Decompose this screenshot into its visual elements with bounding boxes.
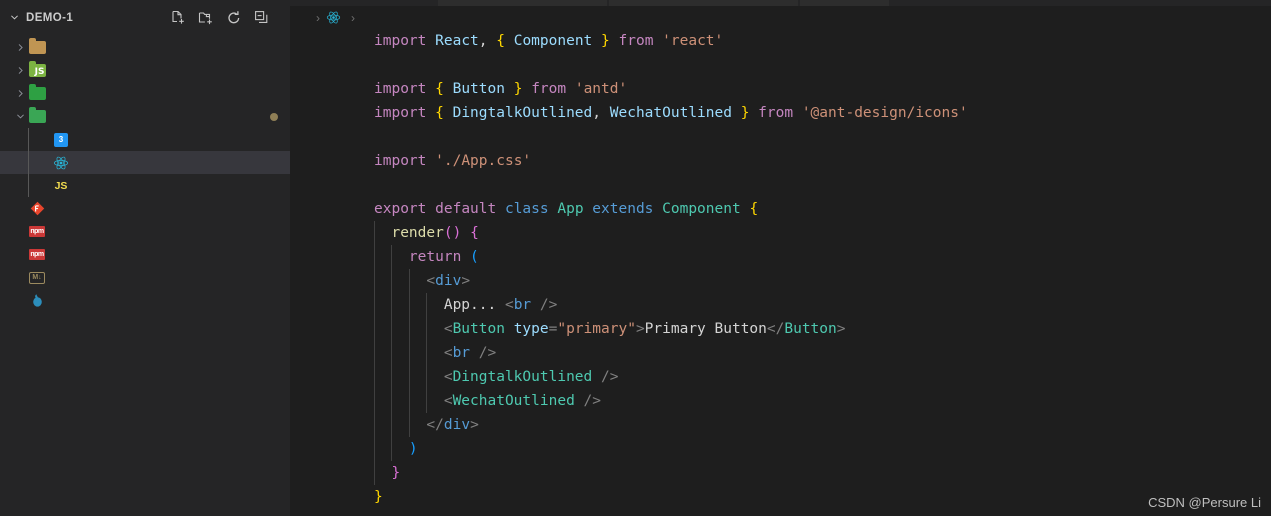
code-line-text: <br /> [443, 345, 497, 361]
editor-pane: › › import React, { Component } from 'rea… [290, 0, 1271, 516]
code-line[interactable]: import { Button } from 'antd' [290, 77, 1271, 101]
editor-tab[interactable] [609, 0, 799, 6]
tree-item-readme-md[interactable]: M↓ [0, 266, 290, 289]
tree-item-node-modules[interactable]: JS [0, 59, 290, 82]
tree-indent-guide [28, 128, 29, 151]
code-line[interactable]: import './App.css' [290, 149, 1271, 173]
unsaved-changes-dot [270, 112, 278, 121]
file-tree: JS 3 JS npm npm M↓ [0, 35, 290, 312]
code-line-text: <DingtalkOutlined /> [443, 369, 619, 385]
code-line-text: return ( [408, 249, 479, 265]
chevron-right-icon[interactable] [12, 40, 28, 56]
js-file-icon: JS [54, 179, 68, 192]
chevron-down-icon[interactable] [6, 10, 22, 26]
editor-tab-strip[interactable] [290, 0, 1271, 6]
tree-item-app-css[interactable]: 3 [0, 128, 290, 151]
gitignore-file-icon [28, 200, 46, 218]
code-line[interactable] [290, 125, 1271, 149]
tree-item-gitignore[interactable] [0, 197, 290, 220]
breadcrumb[interactable]: › › [290, 6, 361, 29]
code-line[interactable]: App... <br /> [290, 293, 1271, 317]
code-line-text: <Button type="primary">Primary Button</B… [443, 321, 846, 337]
tree-item-public[interactable] [0, 82, 290, 105]
tree-indent-guide [28, 174, 29, 197]
chevron-right-icon[interactable] [12, 63, 28, 79]
editor-tab[interactable] [800, 0, 890, 6]
code-line[interactable]: <div> [290, 269, 1271, 293]
npm-file-icon: npm [29, 249, 45, 260]
code-line[interactable]: return ( [290, 245, 1271, 269]
explorer-sidebar: DEMO-1 JS 3 JS npm npm M↓ [0, 0, 290, 516]
workspace-title: DEMO-1 [26, 11, 74, 24]
code-line[interactable]: <WechatOutlined /> [290, 389, 1271, 413]
explorer-section-header[interactable]: DEMO-1 [0, 0, 290, 35]
code-line[interactable] [290, 53, 1271, 77]
code-line[interactable] [290, 173, 1271, 197]
code-line-text: import './App.css' [374, 153, 532, 169]
react-file-icon [326, 10, 341, 25]
code-line-text: </div> [426, 417, 479, 433]
code-line-text: render() { [391, 225, 479, 241]
code-line[interactable]: <br /> [290, 341, 1271, 365]
chevron-right-icon[interactable] [12, 86, 28, 102]
tree-item-src[interactable] [0, 105, 290, 128]
breadcrumb-separator: › [351, 10, 355, 25]
code-line[interactable]: </div> [290, 413, 1271, 437]
code-line-text: import { DingtalkOutlined, WechatOutline… [374, 105, 968, 121]
code-line[interactable]: import { DingtalkOutlined, WechatOutline… [290, 101, 1271, 125]
tree-item-package-json[interactable]: npm [0, 243, 290, 266]
tree-item-index-js[interactable]: JS [0, 174, 290, 197]
folder-build-icon [28, 38, 46, 57]
vscode-window: DEMO-1 JS 3 JS npm npm M↓ › › import Rea… [0, 0, 1271, 516]
code-line[interactable]: } [290, 461, 1271, 485]
code-line-text: } [391, 465, 401, 481]
new-folder-icon[interactable] [196, 8, 216, 28]
npm-file-icon: npm [29, 226, 45, 237]
tree-item-package-lock-json[interactable]: npm [0, 220, 290, 243]
chevron-down-icon[interactable] [12, 109, 28, 125]
collapse-all-icon[interactable] [252, 8, 272, 28]
code-line-text: import { Button } from 'antd' [374, 81, 628, 97]
tree-item-app-jsx[interactable] [0, 151, 290, 174]
code-line-text: App... <br /> [443, 297, 558, 313]
tree-item-yarn-lock[interactable] [0, 289, 290, 312]
yarn-file-icon [28, 292, 46, 310]
tree-item-build[interactable] [0, 36, 290, 59]
react-file-icon [52, 154, 70, 172]
folder-node-modules-icon: JS [28, 61, 46, 80]
new-file-icon[interactable] [168, 8, 188, 28]
editor-tab[interactable] [438, 0, 608, 6]
breadcrumb-item-app-jsx[interactable] [326, 10, 345, 25]
breadcrumb-separator: › [316, 10, 320, 25]
code-line-text: } [374, 489, 383, 505]
code-line[interactable]: } [290, 485, 1271, 509]
code-line[interactable]: import React, { Component } from 'react' [290, 29, 1271, 53]
code-line[interactable]: ) [290, 437, 1271, 461]
markdown-file-icon: M↓ [28, 269, 46, 287]
code-line[interactable]: <Button type="primary">Primary Button</B… [290, 317, 1271, 341]
code-line[interactable]: <DingtalkOutlined /> [290, 365, 1271, 389]
code-line[interactable]: render() { [290, 221, 1271, 245]
code-editor[interactable]: import React, { Component } from 'react'… [290, 29, 1271, 516]
code-line-text: export default class App extends Compone… [374, 201, 759, 217]
code-line[interactable]: export default class App extends Compone… [290, 197, 1271, 221]
css-file-icon: 3 [52, 131, 70, 149]
folder-public-icon [28, 84, 46, 103]
code-line-text: ) [408, 441, 418, 457]
tree-indent-guide [28, 151, 29, 174]
explorer-actions [168, 8, 284, 28]
refresh-icon[interactable] [224, 8, 244, 28]
code-line-text: import React, { Component } from 'react' [374, 33, 724, 49]
code-line-text: <WechatOutlined /> [443, 393, 601, 409]
code-line-text: <div> [426, 273, 471, 289]
folder-src-icon [28, 107, 46, 126]
